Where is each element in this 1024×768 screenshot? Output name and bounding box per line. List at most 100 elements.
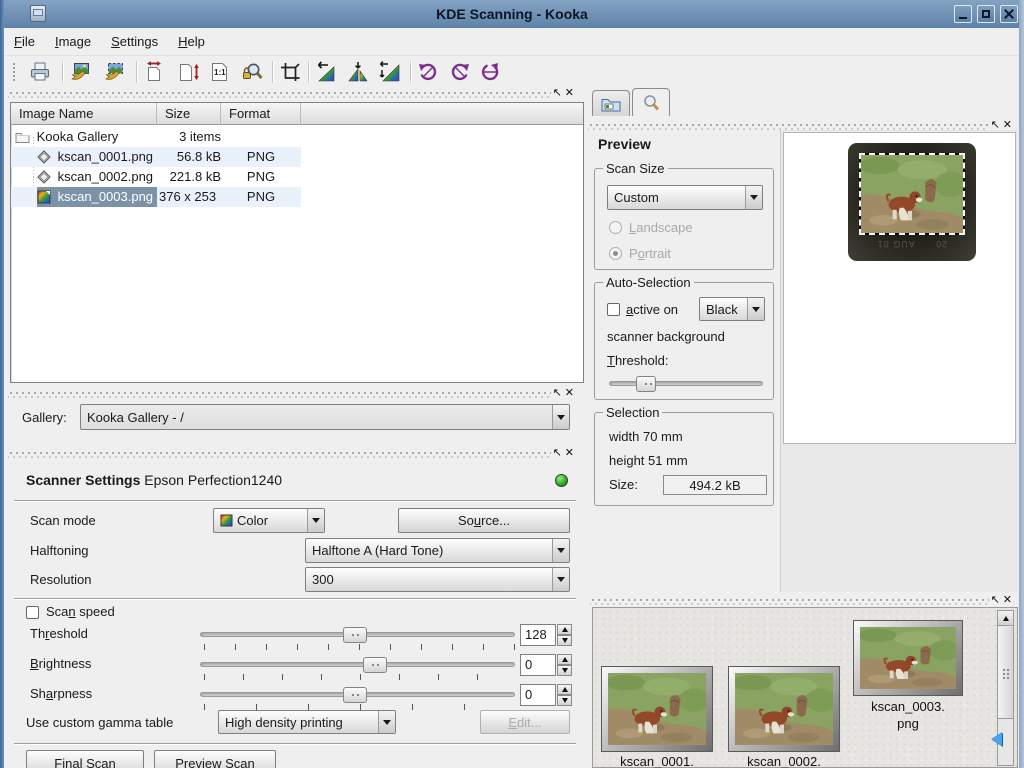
scale-to-width-button[interactable] <box>140 58 168 86</box>
spin-down-button[interactable] <box>557 695 572 706</box>
mirror-horizontally-button[interactable] <box>344 58 372 86</box>
gallery-dock-handle[interactable]: ↖✕ <box>8 90 576 99</box>
dock-close-icon[interactable]: ✕ <box>1003 593 1012 607</box>
rotate-counter-clockwise-button[interactable] <box>414 58 442 86</box>
chevron-down-icon <box>557 548 565 553</box>
combo-arrow-button[interactable] <box>552 539 569 562</box>
combo-arrow-button[interactable] <box>307 509 324 532</box>
thumbnail-kscan-0001[interactable] <box>602 667 712 751</box>
rotate-clockwise-button[interactable] <box>446 58 474 86</box>
resolution-combobox[interactable]: 300 <box>305 567 570 592</box>
brightness-slider-handle[interactable] <box>363 657 387 673</box>
tab-scan-preview[interactable] <box>632 88 670 116</box>
auto-threshold-slider[interactable] <box>609 381 763 386</box>
separator-line <box>14 743 576 745</box>
open-image-button[interactable] <box>66 58 94 86</box>
landscape-label: Landscape <box>629 220 693 235</box>
spin-down-button[interactable] <box>557 635 572 646</box>
dock-float-icon[interactable]: ↖ <box>991 593 1000 607</box>
combo-arrow-button[interactable] <box>378 711 395 733</box>
save-image-button[interactable] <box>100 58 128 86</box>
halftoning-combobox[interactable]: Halftone A (Hard Tone) <box>305 538 570 563</box>
thumbnail-kscan-0002[interactable] <box>729 667 839 751</box>
maximize-button[interactable] <box>977 5 995 23</box>
auto-selection-active-checkbox[interactable] <box>607 303 620 316</box>
magnifier-icon <box>642 94 660 112</box>
threshold-ticks <box>204 644 516 650</box>
minimize-icon <box>959 17 967 19</box>
source-button[interactable]: Source... <box>398 508 570 533</box>
sharpness-slider[interactable] <box>200 692 515 697</box>
print-button[interactable] <box>26 58 54 86</box>
threshold-slider[interactable] <box>200 632 515 637</box>
column-header-image-name[interactable]: Image Name <box>11 103 157 125</box>
dock-close-icon[interactable]: ✕ <box>565 86 574 100</box>
scale-to-height-button[interactable] <box>174 58 202 86</box>
spin-up-button[interactable] <box>557 624 572 635</box>
scan-selection-marquee[interactable] <box>859 153 965 235</box>
list-item-gallery-root[interactable]: Kooka Gallery 3 items <box>11 127 301 147</box>
scan-mode-combobox[interactable]: Color <box>213 508 325 533</box>
zoom-button[interactable] <box>238 58 266 86</box>
combo-arrow-button[interactable] <box>747 298 764 320</box>
thumbnail-label-ext: png <box>854 716 962 731</box>
scan-page[interactable]: 20 AUG 81 <box>783 132 1016 444</box>
gamma-table-combobox[interactable]: High density printing <box>218 710 396 734</box>
combo-arrow-button[interactable] <box>552 568 569 591</box>
rotate-180-button[interactable] <box>476 58 504 86</box>
dock-hide-arrow-icon[interactable] <box>991 732 1002 746</box>
menu-image[interactable]: Image <box>45 30 101 53</box>
gallery-combobox[interactable]: Kooka Gallery - / <box>80 404 570 430</box>
mirror-both-button[interactable] <box>376 58 404 86</box>
menu-settings[interactable]: Settings <box>101 30 168 53</box>
menu-file[interactable]: File <box>4 30 45 53</box>
column-header-format[interactable]: Format <box>221 103 301 125</box>
auto-threshold-slider-handle[interactable] <box>636 376 656 392</box>
spin-up-button[interactable] <box>557 654 572 665</box>
preview-scan-button[interactable]: Preview Scan <box>154 750 276 768</box>
window-border-left <box>0 0 4 768</box>
minimize-button[interactable] <box>954 5 972 23</box>
dock-float-icon[interactable]: ↖ <box>553 86 562 100</box>
scrollbar-thumb[interactable] <box>998 627 1013 719</box>
brightness-slider[interactable] <box>200 662 515 667</box>
column-header-size[interactable]: Size <box>157 103 221 125</box>
dock-float-icon[interactable]: ↖ <box>553 446 562 460</box>
spin-down-button[interactable] <box>557 665 572 676</box>
thumbnail-kscan-0003[interactable] <box>854 621 962 695</box>
slide-frame: 20 AUG 81 <box>848 143 976 261</box>
toolbar-separator <box>272 61 274 83</box>
preview-canvas[interactable]: 20 AUG 81 <box>780 130 1018 592</box>
toolbar-drag-handle[interactable] <box>12 62 16 82</box>
portrait-radio <box>609 247 622 260</box>
threshold-spinbox[interactable]: 128 <box>520 624 556 646</box>
list-item-kscan-0001[interactable]: kscan_0001.png 56.8 kB PNG <box>11 147 301 167</box>
scan-params-dock-handle[interactable]: ↖✕ <box>8 450 576 459</box>
background-color-combobox[interactable]: Black <box>699 297 765 321</box>
mirror-vertically-button[interactable] <box>312 58 340 86</box>
combo-arrow-button[interactable] <box>552 405 569 429</box>
original-size-button[interactable]: 1:1 <box>206 58 234 86</box>
titlebar[interactable]: KDE Scanning - Kooka <box>0 0 1024 28</box>
threshold-slider-handle[interactable] <box>343 627 367 643</box>
scrollbar-up-button[interactable] <box>998 611 1013 626</box>
scan-size-combobox[interactable]: Custom <box>607 185 763 210</box>
final-scan-button[interactable]: Final Scan <box>26 750 144 768</box>
scan-speed-checkbox[interactable] <box>26 606 39 619</box>
thumbview-dock-handle[interactable]: ↖✕ <box>590 597 1014 606</box>
selection-width-text: width 70 mm <box>609 429 683 444</box>
scanner-app-icon <box>30 5 46 22</box>
rotate-ccw-icon <box>416 60 440 84</box>
dock-close-icon[interactable]: ✕ <box>565 446 574 460</box>
sharpness-slider-handle[interactable] <box>343 687 367 703</box>
tab-gallery[interactable] <box>592 90 630 116</box>
spin-up-button[interactable] <box>557 684 572 695</box>
menu-help[interactable]: Help <box>168 30 215 53</box>
list-item-kscan-0002[interactable]: kscan_0002.png 221.8 kB PNG <box>11 167 301 187</box>
list-item-kscan-0003-selected[interactable]: kscan_0003.png 376 x 253 PNG <box>11 187 301 207</box>
combo-arrow-button[interactable] <box>745 186 762 209</box>
crop-button[interactable] <box>276 58 304 86</box>
sharpness-spinbox[interactable]: 0 <box>520 684 556 706</box>
brightness-spinbox[interactable]: 0 <box>520 654 556 676</box>
close-button[interactable] <box>1000 5 1018 23</box>
